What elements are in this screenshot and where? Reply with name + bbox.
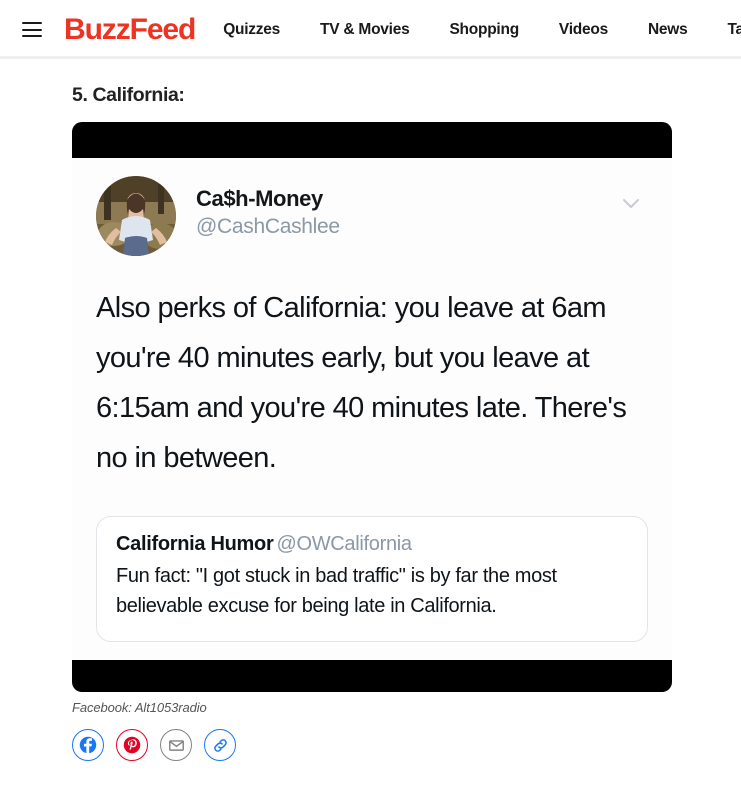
tweet-header: Ca$h-Money @CashCashlee	[96, 174, 648, 256]
hamburger-line	[22, 35, 42, 37]
main-nav: Quizzes TV & Movies Shopping Videos News…	[223, 21, 741, 39]
share-row	[72, 729, 741, 762]
envelope-icon	[168, 739, 184, 751]
share-facebook-button[interactable]	[72, 729, 104, 762]
share-email-button[interactable]	[160, 729, 192, 762]
image-caption: Facebook: Alt1053radio	[72, 700, 207, 716]
tweet-author: Ca$h-Money @CashCashlee	[196, 176, 340, 240]
author-display-name[interactable]: Ca$h-Money	[196, 186, 340, 213]
nav-item-news[interactable]: News	[628, 21, 708, 39]
site-header: BuzzFeed Quizzes TV & Movies Shopping Vi…	[0, 0, 741, 59]
entry-title: 5. California:	[72, 84, 185, 106]
quoted-author-display-name: California Humor	[116, 532, 274, 555]
hamburger-line	[22, 22, 42, 24]
tweet-text: Also perks of California: you leave at 6…	[96, 292, 627, 474]
share-link-button[interactable]	[204, 729, 236, 762]
quoted-tweet-card[interactable]: California Humor @OWCalifornia Fun fact: …	[96, 515, 648, 643]
chevron-down-icon[interactable]	[618, 190, 644, 216]
buzzfeed-logo[interactable]: BuzzFeed	[64, 14, 196, 45]
link-icon	[213, 738, 227, 752]
quoted-author-handle: @OWCalifornia	[276, 532, 412, 555]
pinterest-icon	[123, 737, 141, 754]
embed-bottom-bar	[72, 660, 672, 693]
nav-item-tasty[interactable]: Tasty	[707, 21, 741, 39]
hamburger-menu-icon[interactable]	[22, 22, 42, 37]
nav-item-videos[interactable]: Videos	[539, 21, 628, 39]
nav-item-shopping[interactable]: Shopping	[429, 21, 538, 39]
avatar[interactable]	[96, 176, 176, 256]
tweet-embed: Ca$h-Money @CashCashlee Also perks of Ca…	[72, 122, 672, 693]
embed-top-bar	[72, 122, 672, 158]
nav-item-quizzes[interactable]: Quizzes	[223, 21, 300, 39]
article-body: 5. California: Ca$h-Money @CashCashlee A…	[0, 84, 741, 762]
facebook-icon	[79, 737, 97, 755]
quoted-tweet-author: California Humor @OWCalifornia	[116, 533, 628, 556]
tweet-card: Ca$h-Money @CashCashlee Also perks of Ca…	[72, 158, 672, 661]
quoted-tweet-text: Fun fact: "I got stuck in bad traffic" i…	[116, 564, 557, 617]
nav-item-tv-movies[interactable]: TV & Movies	[300, 21, 429, 39]
share-pinterest-button[interactable]	[116, 729, 148, 762]
author-handle[interactable]: @CashCashlee	[196, 214, 340, 240]
hamburger-line	[22, 28, 42, 31]
